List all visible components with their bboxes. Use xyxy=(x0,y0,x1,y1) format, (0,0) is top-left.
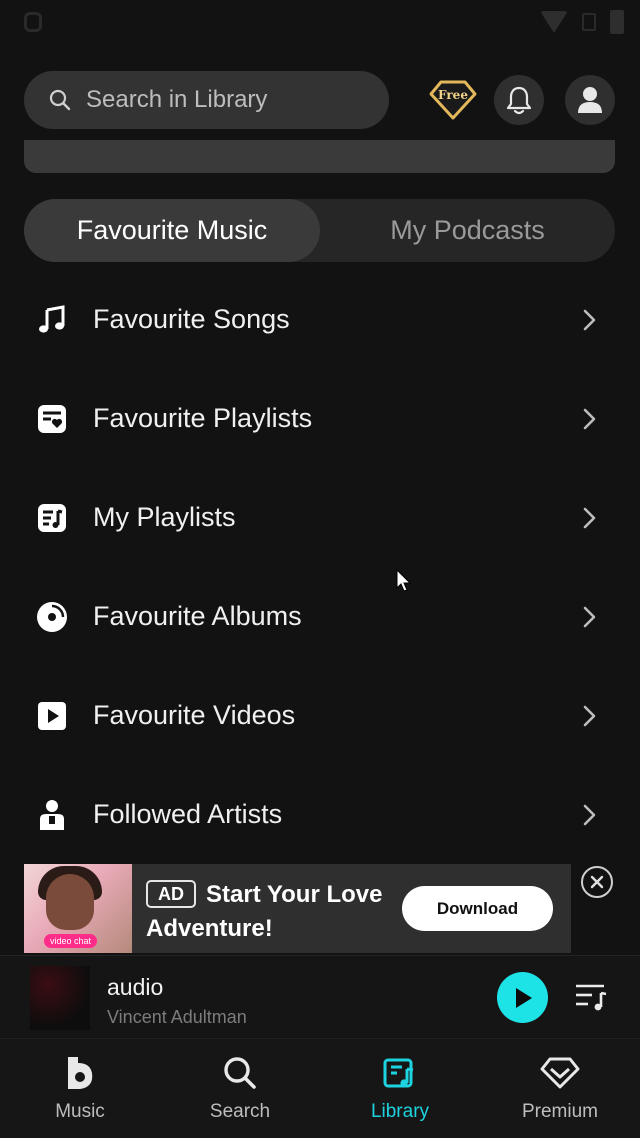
nav-label: Premium xyxy=(521,1101,598,1122)
ad-banner[interactable]: video chat Start Your Love Adventure! AD… xyxy=(24,864,571,953)
signal-icon xyxy=(582,13,596,31)
list-item-favourite-albums[interactable]: Favourite Albums xyxy=(0,567,640,666)
chevron-right-icon xyxy=(583,507,596,528)
artist-icon xyxy=(36,799,68,831)
list-item-favourite-songs[interactable]: Favourite Songs xyxy=(0,270,640,369)
list-item-my-playlists[interactable]: My Playlists xyxy=(0,468,640,567)
chevron-right-icon xyxy=(583,804,596,825)
nav-library[interactable]: Library xyxy=(320,1039,480,1138)
list-item-label: Followed Artists xyxy=(93,799,283,829)
track-artist: Vincent Adultman xyxy=(107,1007,247,1027)
library-search-input[interactable]: Search in Library xyxy=(24,71,389,129)
play-button[interactable] xyxy=(497,972,548,1023)
queue-icon[interactable] xyxy=(574,982,608,1012)
ad-thumb-tag: video chat xyxy=(44,934,98,948)
battery-icon xyxy=(610,10,624,34)
chevron-right-icon xyxy=(583,705,596,726)
banner-placeholder xyxy=(24,140,615,173)
notification-icon xyxy=(24,12,42,32)
notifications-button[interactable] xyxy=(494,75,544,125)
ad-badge: AD xyxy=(146,880,196,908)
status-icons xyxy=(540,8,624,36)
bottom-navigation: Music Search Library Premium xyxy=(0,1038,640,1138)
tab-my-podcasts[interactable]: My Podcasts xyxy=(320,199,615,262)
chevron-right-icon xyxy=(583,309,596,330)
bell-icon xyxy=(506,86,532,115)
list-item-label: My Playlists xyxy=(93,502,236,532)
search-icon xyxy=(49,89,71,111)
search-icon xyxy=(220,1053,260,1093)
play-icon xyxy=(515,987,532,1008)
library-tabs: Favourite Music My Podcasts xyxy=(24,199,615,262)
list-item-favourite-playlists[interactable]: Favourite Playlists xyxy=(0,369,640,468)
list-item-label: Favourite Playlists xyxy=(93,403,313,433)
nav-label: Search xyxy=(209,1101,271,1122)
nav-premium[interactable]: Premium xyxy=(480,1039,640,1138)
ad-close-button[interactable] xyxy=(581,866,613,898)
mouse-cursor-icon xyxy=(396,569,412,592)
playlist-heart-icon xyxy=(36,403,68,435)
playlist-icon xyxy=(36,502,68,534)
track-title: audio xyxy=(107,974,164,1000)
nav-music[interactable]: Music xyxy=(0,1039,160,1138)
chevron-right-icon xyxy=(583,606,596,627)
library-icon xyxy=(380,1053,420,1093)
list-item-followed-artists[interactable]: Followed Artists xyxy=(0,765,640,864)
list-item-favourite-videos[interactable]: Favourite Videos xyxy=(0,666,640,765)
list-item-label: Favourite Videos xyxy=(93,700,296,730)
tab-favourite-music[interactable]: Favourite Music xyxy=(24,199,320,262)
search-placeholder: Search in Library xyxy=(86,86,268,113)
nav-search[interactable]: Search xyxy=(160,1039,320,1138)
list-item-label: Favourite Songs xyxy=(93,304,290,334)
album-icon xyxy=(36,601,68,633)
user-avatar-icon xyxy=(578,87,602,113)
mini-player[interactable]: audio Vincent Adultman xyxy=(0,955,640,1037)
free-badge-label: Free xyxy=(438,88,468,102)
boomplay-logo-icon xyxy=(60,1053,100,1093)
free-badge[interactable]: Free xyxy=(429,78,477,122)
ad-download-button[interactable]: Download xyxy=(402,886,553,931)
profile-button[interactable] xyxy=(565,75,615,125)
ad-thumbnail: video chat xyxy=(24,864,132,953)
wifi-icon xyxy=(540,11,568,33)
close-icon xyxy=(590,875,604,889)
diamond-icon xyxy=(540,1053,580,1093)
track-artwork xyxy=(30,966,90,1030)
nav-label: Music xyxy=(55,1101,105,1122)
video-icon xyxy=(36,700,68,732)
music-note-icon xyxy=(36,304,68,336)
status-bar xyxy=(0,0,640,44)
chevron-right-icon xyxy=(583,408,596,429)
nav-label: Library xyxy=(370,1101,430,1122)
list-item-label: Favourite Albums xyxy=(93,601,302,631)
library-list: Favourite Songs Favourite Playlists My P… xyxy=(0,270,640,864)
